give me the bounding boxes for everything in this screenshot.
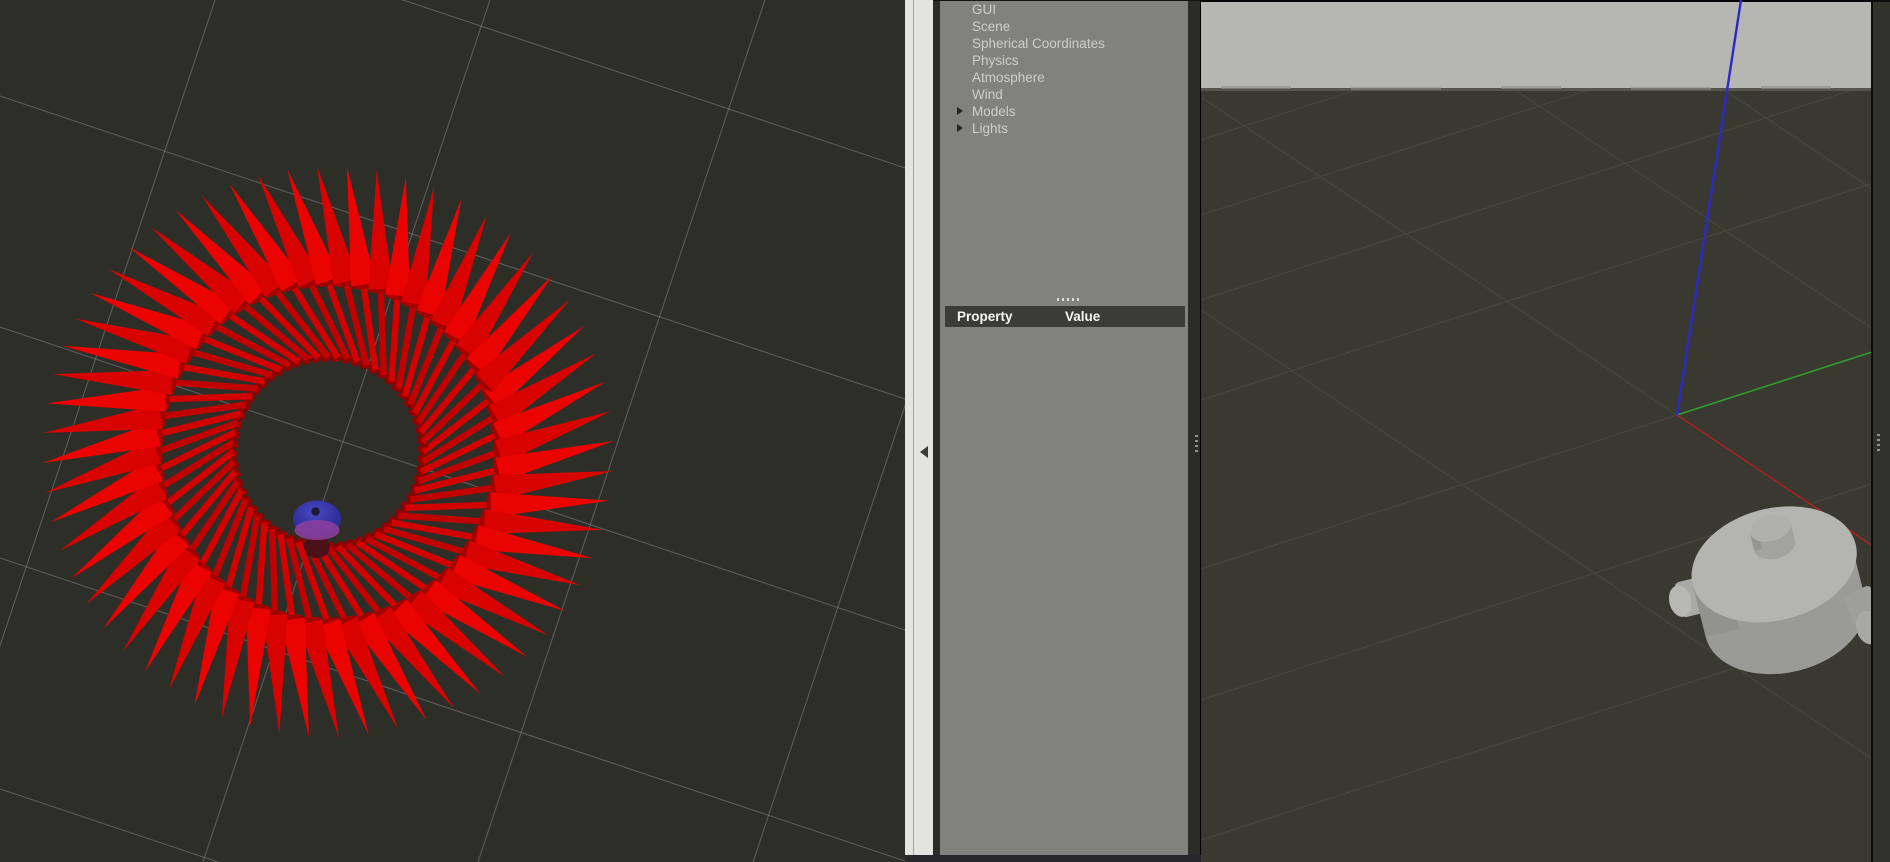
panel-splitter-grip[interactable] [1057, 298, 1081, 301]
property-column-header[interactable]: Property [957, 306, 1013, 327]
right-scene-canvas [1201, 0, 1871, 862]
world-panel: GUI Scene Spherical Coordinates Physics Atmo… [933, 0, 1201, 862]
left-scene-canvas [0, 0, 905, 862]
world-panel-surface: GUI Scene Spherical Coordinates Physics Atmo… [940, 1, 1188, 856]
expand-arrow-icon[interactable] [957, 107, 963, 115]
splitter-groove [913, 0, 914, 862]
right-splitter-grip[interactable] [1195, 435, 1198, 452]
tree-item-label: Atmosphere [972, 70, 1045, 85]
right-3d-viewport[interactable] [1201, 0, 1871, 862]
sphere-marker-dot [311, 507, 319, 515]
scene-tree-item-wind[interactable]: Wind [940, 86, 1188, 103]
right-edge-grip[interactable] [1877, 434, 1880, 451]
tree-item-label: Spherical Coordinates [972, 36, 1105, 51]
tree-item-label: Lights [972, 121, 1008, 136]
value-column-header[interactable]: Value [1065, 306, 1100, 327]
scene-tree-item-spherical-coordinates[interactable]: Spherical Coordinates [940, 35, 1188, 52]
ground-plane [1201, 0, 1871, 862]
collapse-left-arrow-icon[interactable] [920, 446, 928, 458]
right-edge-splitter[interactable] [1871, 0, 1890, 862]
left-3d-viewport[interactable] [0, 0, 905, 862]
top-edge [1201, 0, 1871, 2]
property-table-body[interactable] [945, 327, 1185, 847]
tree-item-label: Wind [972, 87, 1003, 102]
sky [1201, 2, 1871, 88]
scene-tree-item-models[interactable]: Models [940, 103, 1188, 120]
tree-item-label: Scene [972, 19, 1010, 34]
scene-tree: GUI Scene Spherical Coordinates Physics Atmo… [940, 1, 1188, 137]
scene-tree-item-lights[interactable]: Lights [940, 120, 1188, 137]
scene-tree-item-physics[interactable]: Physics [940, 52, 1188, 69]
tree-item-label: Physics [972, 53, 1019, 68]
scene-tree-item-scene[interactable]: Scene [940, 18, 1188, 35]
tree-item-label: GUI [972, 2, 996, 17]
tree-item-label: Models [972, 104, 1016, 119]
left-panel-splitter[interactable] [905, 0, 933, 862]
sphere-model[interactable] [293, 501, 341, 541]
panel-bottom-edge [905, 855, 1201, 862]
gazebo-window: GUI Scene Spherical Coordinates Physics Atmo… [0, 0, 1890, 862]
wind-vortex-arrows [39, 163, 616, 740]
property-table-header: Property Value [945, 306, 1185, 327]
scene-tree-item-gui[interactable]: GUI [940, 1, 1188, 18]
expand-arrow-icon[interactable] [957, 124, 963, 132]
scene-tree-item-atmosphere[interactable]: Atmosphere [940, 69, 1188, 86]
